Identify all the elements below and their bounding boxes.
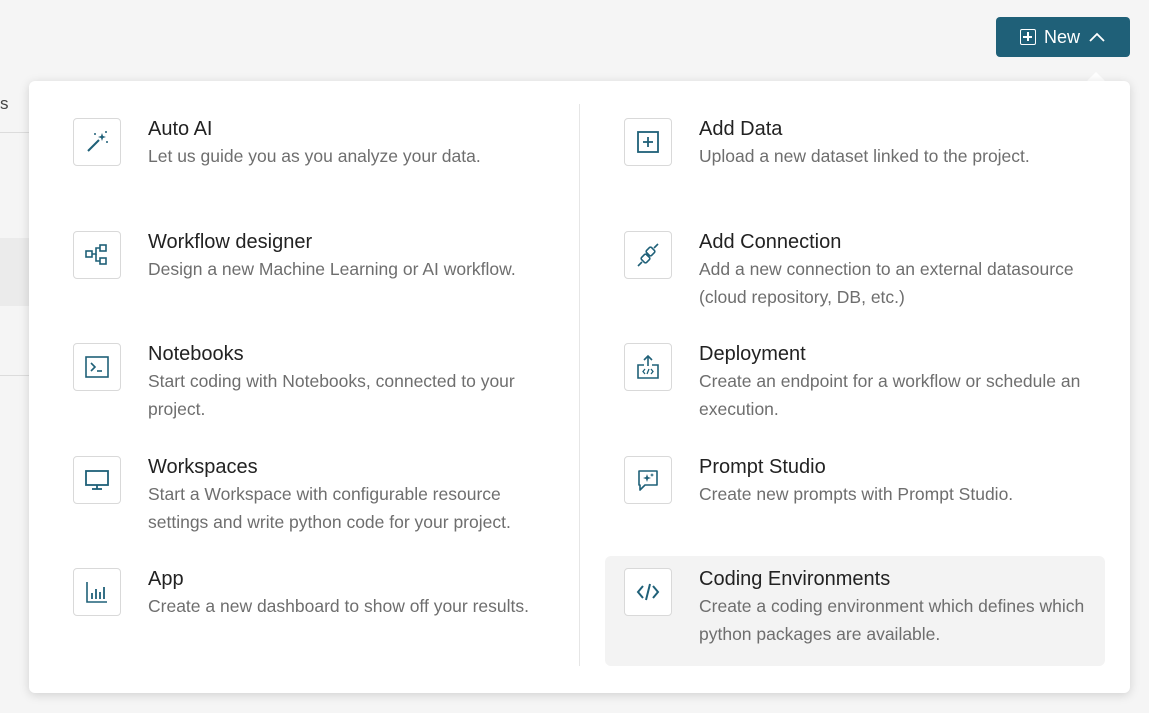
menu-item-description: Create an endpoint for a workflow or sch… bbox=[699, 371, 1081, 419]
code-icon bbox=[624, 568, 672, 616]
menu-item-title: Add Connection bbox=[699, 231, 842, 253]
new-menu-popover: Auto AI Let us guide you as you analyze … bbox=[29, 81, 1130, 693]
page: s New Auto AI Let us guide you as you an… bbox=[0, 0, 1149, 713]
add-box-icon bbox=[624, 118, 672, 166]
menu-item-title: Coding Environments bbox=[699, 568, 891, 590]
menu-item-prompt-studio[interactable]: Prompt Studio Create new prompts with Pr… bbox=[605, 444, 1105, 554]
menu-item-title: Deployment bbox=[699, 343, 806, 365]
menu-item-title: Notebooks bbox=[148, 343, 244, 365]
deploy-icon bbox=[624, 343, 672, 391]
add-box-icon bbox=[1019, 29, 1036, 45]
menu-item-workflow-designer[interactable]: Workflow designer Design a new Machine L… bbox=[54, 219, 554, 329]
magic-wand-icon bbox=[73, 118, 121, 166]
menu-item-auto-ai[interactable]: Auto AI Let us guide you as you analyze … bbox=[54, 106, 554, 216]
menu-item-title: App bbox=[148, 568, 184, 590]
menu-item-workspaces[interactable]: Workspaces Start a Workspace with config… bbox=[54, 444, 554, 554]
menu-item-description: Let us guide you as you analyze your dat… bbox=[148, 146, 481, 166]
menu-item-add-data[interactable]: Add Data Upload a new dataset linked to … bbox=[605, 106, 1105, 216]
menu-item-description: Upload a new dataset linked to the proje… bbox=[699, 146, 1030, 166]
menu-item-title: Add Data bbox=[699, 118, 783, 140]
menu-item-description: Add a new connection to an external data… bbox=[699, 259, 1074, 307]
background-tab-label[interactable]: s bbox=[0, 94, 9, 114]
column-divider bbox=[579, 104, 580, 666]
menu-item-description: Start coding with Notebooks, connected t… bbox=[148, 371, 515, 419]
monitor-icon bbox=[73, 456, 121, 504]
menu-item-description: Create a new dashboard to show off your … bbox=[148, 596, 530, 616]
new-button-label: New bbox=[1043, 26, 1080, 47]
menu-item-deployment[interactable]: Deployment Create an endpoint for a work… bbox=[605, 331, 1105, 441]
workflow-icon bbox=[73, 231, 121, 279]
menu-item-coding-environments[interactable]: Coding Environments Create a coding envi… bbox=[605, 556, 1105, 666]
menu-item-description: Start a Workspace with configurable reso… bbox=[148, 484, 511, 532]
menu-item-description: Create new prompts with Prompt Studio. bbox=[699, 484, 1014, 504]
menu-item-title: Prompt Studio bbox=[699, 456, 826, 478]
plug-icon bbox=[624, 231, 672, 279]
menu-item-description: Design a new Machine Learning or AI work… bbox=[148, 259, 516, 279]
menu-item-title: Auto AI bbox=[148, 118, 213, 140]
menu-item-title: Workflow designer bbox=[148, 231, 313, 253]
chat-sparkle-icon bbox=[624, 456, 672, 504]
menu-item-title: Workspaces bbox=[148, 456, 258, 478]
chevron-up-icon bbox=[1089, 32, 1105, 42]
terminal-icon bbox=[73, 343, 121, 391]
menu-item-app[interactable]: App Create a new dashboard to show off y… bbox=[54, 556, 554, 666]
bar-chart-icon bbox=[73, 568, 121, 616]
menu-item-notebooks[interactable]: Notebooks Start coding with Notebooks, c… bbox=[54, 331, 554, 441]
menu-item-add-connection[interactable]: Add Connection Add a new connection to a… bbox=[605, 219, 1105, 329]
new-button[interactable]: New bbox=[996, 17, 1130, 57]
menu-item-description: Create a coding environment which define… bbox=[699, 596, 1085, 644]
